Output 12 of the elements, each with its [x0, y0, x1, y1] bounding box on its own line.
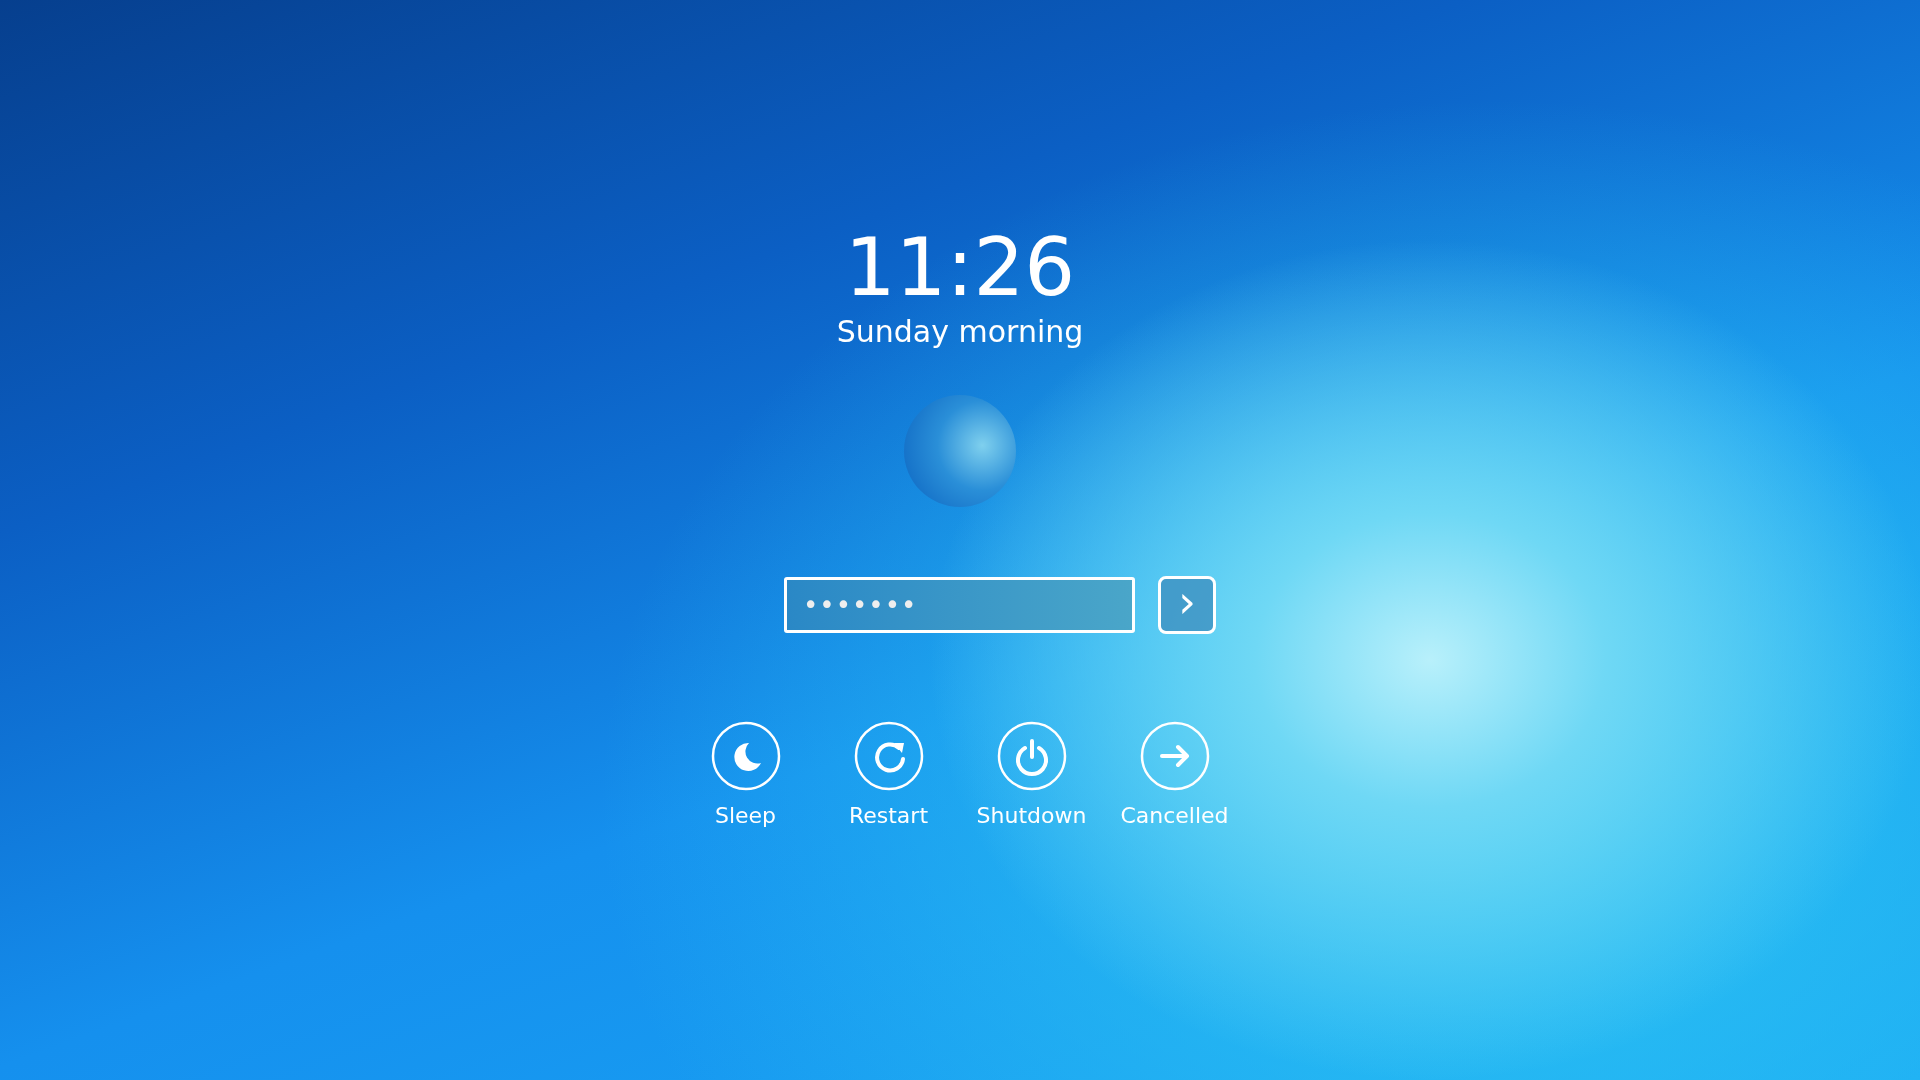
arrow-right-icon[interactable] — [1139, 721, 1210, 791]
clock-time: 11:26 — [844, 222, 1076, 314]
action-label: Restart — [848, 803, 929, 828]
moon-icon[interactable] — [710, 721, 781, 791]
day-greeting: Sunday morning — [836, 314, 1084, 350]
password-field[interactable]: ••••••• — [784, 577, 1135, 633]
restart-icon[interactable] — [853, 721, 924, 791]
action-label: Sleep — [714, 803, 777, 828]
power-icon[interactable] — [996, 721, 1067, 791]
action-label: Cancelled — [1120, 803, 1229, 828]
action-label: Shutdown — [976, 803, 1087, 828]
login-button[interactable]: › — [1158, 576, 1216, 634]
